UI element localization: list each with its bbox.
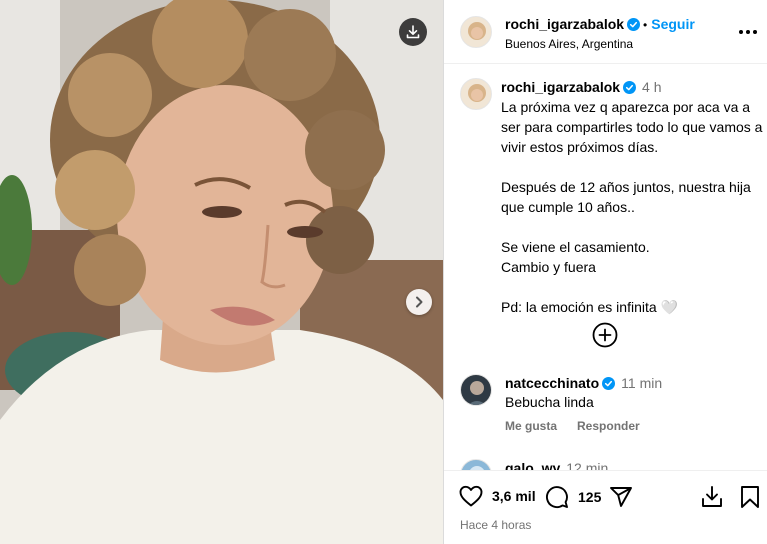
caption-paragraph: Se viene el casamiento. [501,239,650,255]
verified-badge-icon [623,81,637,94]
save-button[interactable] [740,485,760,509]
post-photo [0,0,443,544]
download-icon [406,25,420,39]
caption-paragraph: La próxima vez q aparezca por aca va a s… [501,99,763,155]
comment-header: natcecchinato 11 min [505,375,662,391]
plus-circle-icon[interactable] [592,322,618,348]
avatar[interactable] [460,16,492,48]
avatar[interactable] [460,459,492,470]
caption-paragraph: Pd: la emoción es infinita 🤍 [501,299,678,315]
post-media[interactable] [0,0,443,544]
download-button[interactable] [399,18,427,46]
verified-badge-icon [602,377,616,390]
verified-badge-icon [627,18,641,31]
chevron-right-icon [416,296,423,308]
comment-header: galo_wy 12 min [505,460,608,470]
post-location[interactable]: Buenos Aires, Argentina [505,37,633,51]
next-media-button[interactable] [406,289,432,315]
caption-time[interactable]: 4 h [642,79,661,95]
avatar[interactable] [460,78,492,110]
send-icon [610,487,632,507]
comment-actions: Me gusta Responder [505,419,660,433]
post-actions-bar: 3,6 mil 125 Hace 4 horas [444,470,767,544]
more-horizontal-icon[interactable] [736,24,760,40]
comment-like-button[interactable]: Me gusta [505,419,557,433]
post-details-panel: rochi_igarzabalok • Seguir Buenos Aires, A… [443,0,767,544]
comment-item: galo_wy 12 min [444,455,767,470]
heart-icon [459,485,483,507]
caption-header: rochi_igarzabalok 4 h [501,79,662,95]
follow-button[interactable]: Seguir [651,16,695,32]
download-icon [702,486,722,507]
comment-text: Bebucha linda [505,394,594,410]
comment-reply-button[interactable]: Responder [577,419,640,433]
author-username[interactable]: rochi_igarzabalok [505,16,624,32]
post-header: rochi_igarzabalok • Seguir Buenos Aires, A… [444,0,767,64]
comment-button[interactable]: 125 [545,485,601,509]
caption-username[interactable]: rochi_igarzabalok [501,79,620,95]
bookmark-icon [741,486,759,508]
download-post-button[interactable] [700,485,724,509]
post-timestamp[interactable]: Hace 4 horas [460,518,531,532]
caption-paragraph: Después de 12 años juntos, nuestra hija … [501,179,751,215]
avatar[interactable] [460,374,492,406]
comment-icon [546,486,568,508]
comment-time[interactable]: 12 min [566,460,608,470]
comments-count[interactable]: 125 [578,489,601,505]
comment-username[interactable]: natcecchinato [505,375,599,391]
author-row: rochi_igarzabalok • Seguir [505,16,695,32]
comment-username[interactable]: galo_wy [505,460,560,470]
separator-dot: • [643,18,648,32]
share-button[interactable] [609,485,633,509]
caption-paragraph: Cambio y fuera [501,259,596,275]
comment-time[interactable]: 11 min [621,375,662,391]
caption-text: La próxima vez q aparezca por aca va a s… [501,97,763,337]
like-button[interactable]: 3,6 mil [459,485,536,507]
likes-count[interactable]: 3,6 mil [492,488,536,504]
